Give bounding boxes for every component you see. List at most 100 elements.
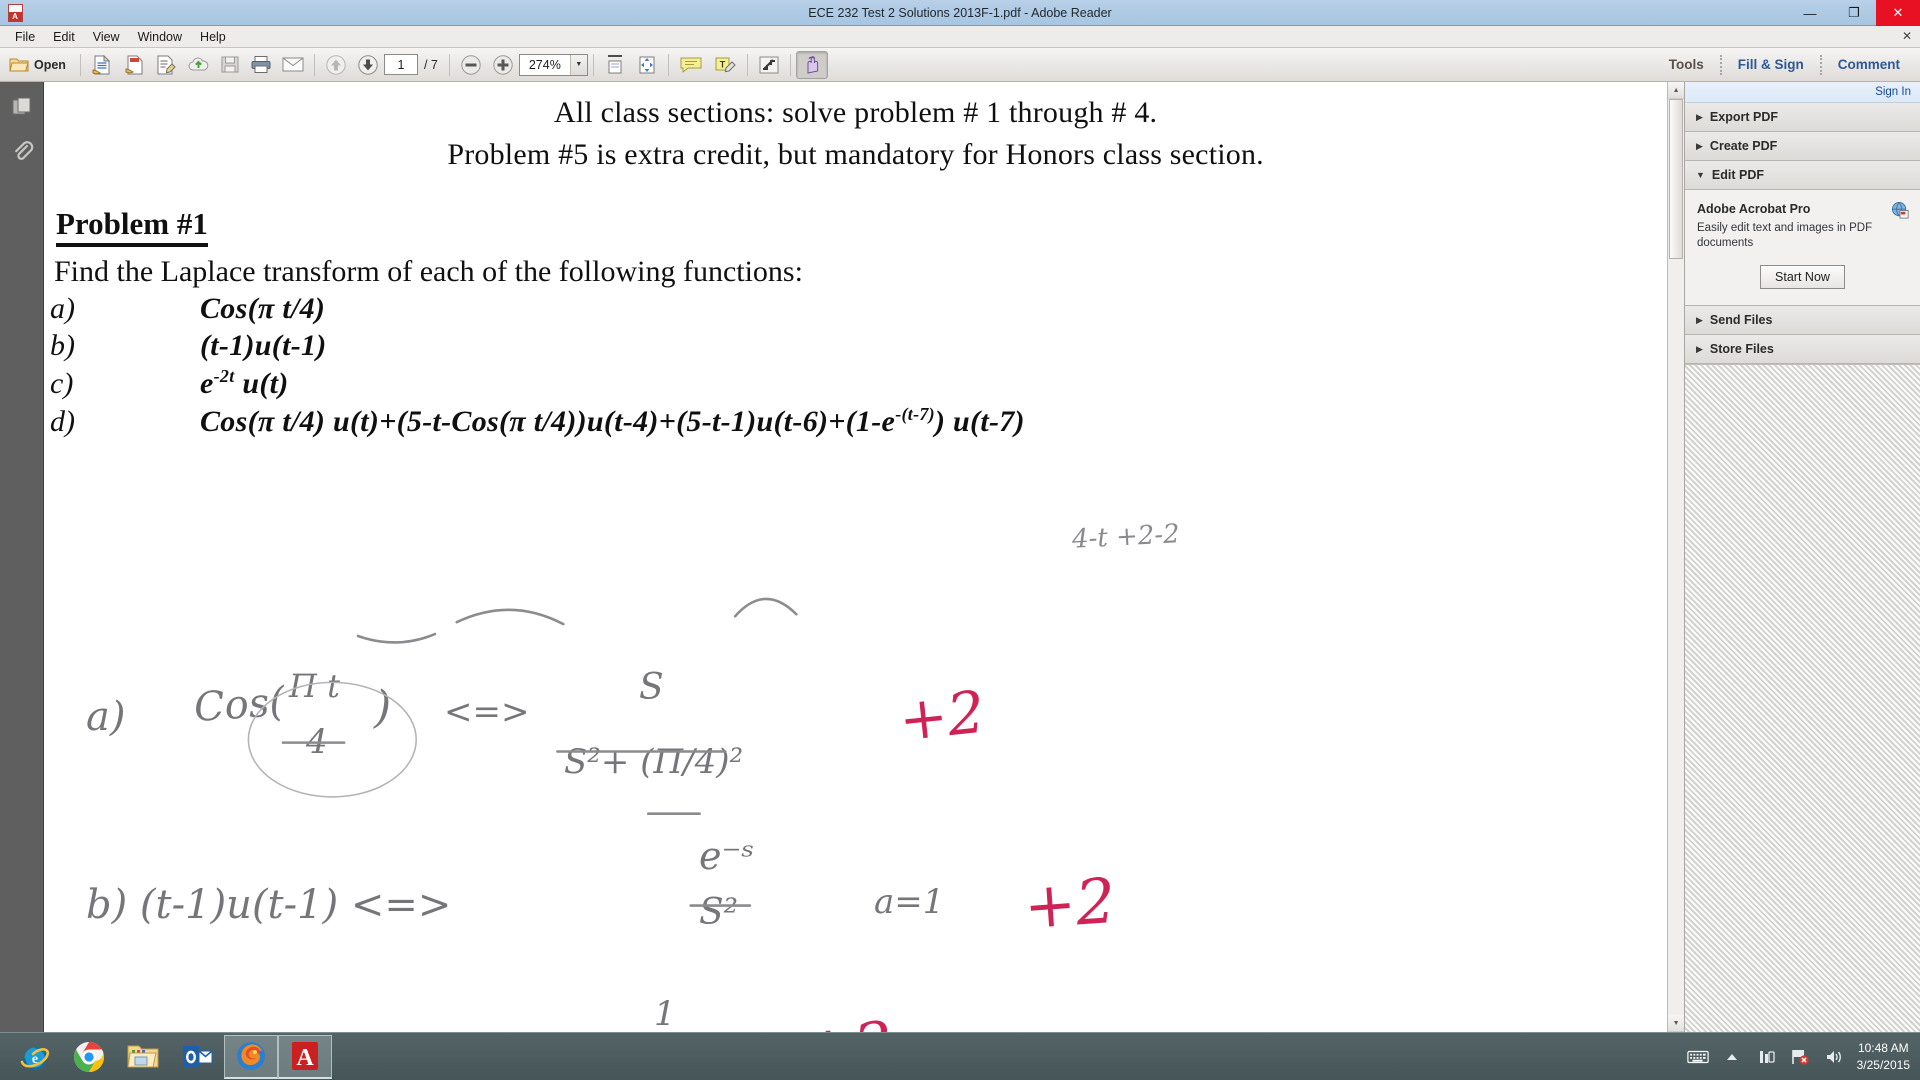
highlight-text-icon: T	[715, 57, 736, 72]
sticky-note-icon	[680, 57, 702, 74]
chevron-down-icon: ▼	[1696, 170, 1705, 180]
panel-section-create-pdf[interactable]: ▶ Create PDF	[1685, 132, 1920, 161]
fit-page-icon	[639, 56, 655, 73]
minimize-button[interactable]: —	[1788, 0, 1832, 26]
system-tray: 10:48 AM 3/25/2015	[1686, 1040, 1920, 1072]
taskbar-item-google-chrome[interactable]	[62, 1035, 116, 1079]
close-document-button[interactable]: ✕	[1902, 29, 1912, 43]
toolbar-separator	[79, 53, 81, 76]
taskbar-clock[interactable]: 10:48 AM 3/25/2015	[1857, 1040, 1910, 1072]
save-icon	[221, 56, 239, 73]
menu-help[interactable]: Help	[191, 28, 235, 46]
email-icon	[282, 57, 304, 72]
page-number-input[interactable]: 1	[383, 54, 418, 75]
email-button[interactable]	[277, 51, 309, 79]
panel-section-export-pdf[interactable]: ▶ Export PDF	[1685, 103, 1920, 132]
edit-pdf-button[interactable]	[150, 51, 182, 79]
svg-text:e: e	[32, 1052, 38, 1067]
scrollbar-thumb[interactable]	[1669, 99, 1683, 259]
menu-view[interactable]: View	[84, 28, 129, 46]
open-file-button[interactable]: Open	[4, 51, 75, 79]
fit-width-icon	[607, 54, 622, 73]
taskbar-item-outlook[interactable]	[170, 1035, 224, 1079]
document-scrollbar[interactable]: ▲ ▼	[1667, 82, 1684, 1032]
next-page-button[interactable]	[352, 51, 384, 79]
panel-section-send-files[interactable]: ▶ Send Files	[1685, 306, 1920, 336]
zoom-out-button[interactable]	[455, 51, 487, 79]
scroll-down-icon[interactable]: ▼	[1668, 1015, 1684, 1032]
windows-taskbar: e A 10:48 AM 3/25/2015	[0, 1032, 1920, 1080]
fullscreen-button[interactable]	[753, 51, 785, 79]
next-page-icon	[358, 54, 378, 75]
tools-right-panel: Sign In ▶ Export PDF ▶ Create PDF ▼ Edit…	[1684, 82, 1920, 1032]
adobe-reader-icon: A	[292, 1042, 318, 1071]
toolbar-separator	[313, 53, 315, 76]
attachments-button[interactable]	[7, 136, 37, 166]
fit-page-button[interactable]	[631, 51, 663, 79]
network-icon[interactable]	[1755, 1046, 1777, 1068]
previous-page-button[interactable]	[320, 51, 352, 79]
taskbar-item-internet-explorer[interactable]: e	[8, 1035, 62, 1079]
chevron-right-icon: ▶	[1696, 343, 1703, 354]
toolbar-right-buttons: Tools Fill & Sign Comment	[1653, 48, 1916, 81]
keyboard-icon[interactable]	[1686, 1046, 1709, 1068]
tools-button[interactable]: Tools	[1653, 48, 1720, 81]
print-icon	[251, 56, 271, 73]
chevron-right-icon: ▶	[1696, 111, 1703, 122]
open-folder-icon	[9, 58, 29, 71]
panel-section-store-files[interactable]: ▶ Store Files	[1685, 335, 1920, 365]
print-button[interactable]	[245, 51, 277, 79]
page-thumbnails-icon	[12, 97, 30, 115]
toolbar-separator	[667, 53, 669, 76]
page-thumbnails-button[interactable]	[7, 92, 37, 122]
start-now-button[interactable]: Start Now	[1760, 265, 1845, 290]
sticky-note-button[interactable]	[674, 51, 708, 79]
menu-window[interactable]: Window	[129, 28, 191, 46]
menu-edit[interactable]: Edit	[44, 28, 84, 46]
taskbar-item-firefox[interactable]	[224, 1034, 278, 1079]
close-button[interactable]: ✕	[1876, 0, 1920, 26]
clock-date: 3/25/2015	[1856, 1057, 1910, 1072]
window-title-bar[interactable]: A ECE 232 Test 2 Solutions 2013F-1.pdf -…	[0, 0, 1920, 26]
clock-time: 10:48 AM	[1857, 1041, 1909, 1056]
show-hidden-icons-icon[interactable]	[1721, 1046, 1743, 1068]
sign-in-bar[interactable]: Sign In	[1685, 82, 1920, 103]
toolbar-separator	[592, 53, 594, 76]
taskbar-item-file-explorer[interactable]	[116, 1035, 170, 1079]
scrollbar-track[interactable]	[1668, 99, 1684, 1015]
fill-and-sign-button[interactable]: Fill & Sign	[1722, 48, 1820, 81]
panel-section-edit-pdf[interactable]: ▼ Edit PDF	[1685, 161, 1920, 190]
product-description: Easily edit text and images in PDF docum…	[1697, 222, 1873, 250]
pdf-icon: A	[4, 3, 26, 23]
menu-bar: File Edit View Window Help ✕	[0, 26, 1920, 48]
create-pdf-icon	[92, 54, 111, 74]
zoom-out-icon	[461, 54, 481, 75]
hand-tool-button[interactable]	[795, 50, 828, 79]
internet-explorer-icon: e	[20, 1046, 50, 1070]
fit-width-button[interactable]	[599, 51, 631, 79]
save-button[interactable]	[215, 51, 245, 79]
comment-button[interactable]: Comment	[1822, 48, 1916, 81]
scroll-up-icon[interactable]: ▲	[1668, 82, 1684, 99]
chevron-down-icon[interactable]: ▼	[569, 54, 587, 75]
panel-section-label: Create PDF	[1709, 139, 1778, 153]
previous-page-icon	[326, 54, 346, 75]
zoom-level-combo[interactable]: 274% ▼	[518, 53, 588, 76]
maximize-button[interactable]: ❐	[1832, 0, 1876, 26]
flag-action-center-icon[interactable]	[1789, 1046, 1811, 1068]
zoom-in-button[interactable]	[487, 51, 519, 79]
document-viewport[interactable]: All class sections: solve problem # 1 th…	[44, 82, 1684, 1032]
taskbar-item-adobe-reader[interactable]: A	[278, 1034, 332, 1079]
save-to-cloud-button[interactable]	[182, 51, 215, 79]
file-explorer-icon	[127, 1045, 159, 1067]
sign-in-link[interactable]: Sign In	[1875, 86, 1911, 98]
globe-pdf-icon	[1891, 201, 1909, 219]
create-pdf-button[interactable]	[86, 51, 118, 79]
pdf-page: All class sections: solve problem # 1 th…	[44, 82, 1668, 1032]
menu-file[interactable]: File	[6, 28, 44, 46]
volume-icon[interactable]	[1823, 1046, 1845, 1068]
export-pdf-button[interactable]	[118, 51, 150, 79]
highlight-text-button[interactable]: T	[708, 51, 742, 79]
panel-empty-area	[1685, 364, 1920, 1032]
hand-tool-icon	[807, 55, 818, 74]
